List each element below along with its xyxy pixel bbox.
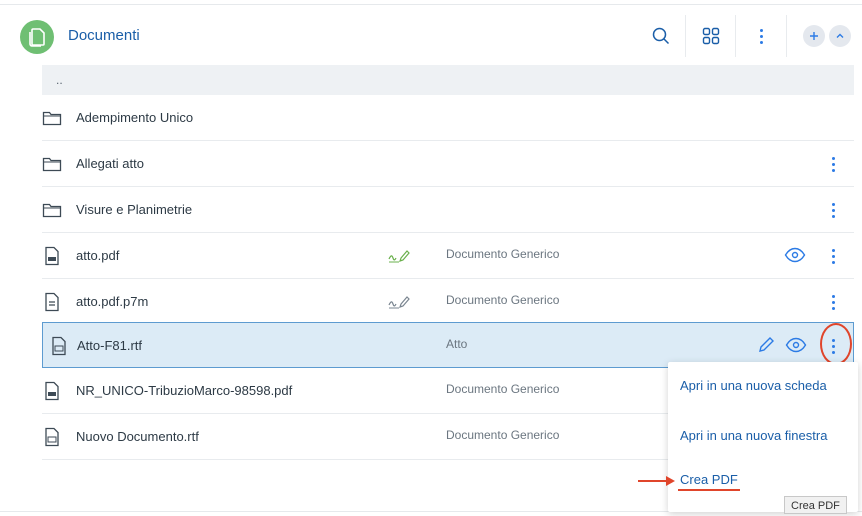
item-name: atto.pdf.p7m <box>76 294 149 309</box>
tooltip: Crea PDF <box>784 496 847 514</box>
list-item[interactable]: Visure e Planimetrie <box>42 187 854 233</box>
document-type: Atto <box>446 337 468 351</box>
annotation-underline <box>678 489 740 491</box>
documents-header: Documenti <box>0 5 862 65</box>
eye-icon[interactable] <box>784 246 806 264</box>
parent-folder-label: .. <box>56 73 63 87</box>
item-name: Allegati atto <box>76 156 144 171</box>
rtf-file-icon <box>52 336 66 356</box>
folder-icon <box>42 203 62 218</box>
row-menu-button[interactable] <box>826 153 840 175</box>
document-type: Documento Generico <box>446 428 560 442</box>
pencil-icon[interactable] <box>757 336 775 354</box>
item-name: Atto-F81.rtf <box>77 338 143 353</box>
folder-icon <box>42 111 62 126</box>
more-vertical-icon <box>831 202 835 218</box>
item-name: Visure e Planimetrie <box>76 202 193 217</box>
item-name: Nuovo Documento.rtf <box>76 429 199 444</box>
document-app-icon <box>20 20 54 54</box>
header-more-button[interactable] <box>748 15 774 57</box>
item-name: Adempimento Unico <box>76 110 194 125</box>
pdf-file-icon <box>45 381 59 401</box>
rtf-file-icon <box>45 427 59 447</box>
chevron-up-icon <box>829 25 851 47</box>
row-menu-button[interactable] <box>826 199 840 221</box>
item-name: NR_UNICO-TribuzioMarco-98598.pdf <box>76 383 293 398</box>
folder-icon <box>42 157 62 172</box>
list-item[interactable]: Adempimento Unico <box>42 95 854 141</box>
signature-icon <box>388 296 410 309</box>
plus-icon <box>803 25 825 47</box>
page-title[interactable]: Documenti <box>68 27 140 44</box>
list-item[interactable]: Allegati atto <box>42 141 854 187</box>
grid-view-button[interactable] <box>696 15 726 57</box>
menu-item-open-new-window[interactable]: Apri in una nuova finestra <box>680 428 827 443</box>
document-type: Documento Generico <box>446 247 560 261</box>
list-item[interactable]: atto.pdf.p7m Documento Generico <box>42 279 854 325</box>
list-item[interactable]: atto.pdf Documento Generico <box>42 233 854 279</box>
eye-icon[interactable] <box>785 336 807 354</box>
item-name: atto.pdf <box>76 248 120 263</box>
header-divider <box>685 15 686 57</box>
more-vertical-icon <box>831 156 835 172</box>
grid-view-icon <box>702 27 720 45</box>
collapse-button[interactable] <box>826 15 854 57</box>
p7m-file-icon <box>45 292 59 312</box>
search-button[interactable] <box>646 15 676 57</box>
more-vertical-icon <box>831 294 835 310</box>
parent-folder-row[interactable]: .. <box>42 65 854 95</box>
add-button[interactable] <box>800 15 828 57</box>
row-menu-button[interactable] <box>826 245 840 267</box>
menu-item-open-new-tab[interactable]: Apri in una nuova scheda <box>680 378 827 393</box>
more-vertical-icon <box>831 248 835 264</box>
annotation-circle <box>820 323 852 365</box>
search-icon <box>652 27 670 45</box>
document-type: Documento Generico <box>446 293 560 307</box>
document-type: Documento Generico <box>446 382 560 396</box>
annotation-arrow-icon <box>638 476 675 486</box>
signature-icon <box>388 250 410 263</box>
menu-item-create-pdf[interactable]: Crea PDF <box>680 472 738 487</box>
more-vertical-icon <box>759 28 763 44</box>
header-divider <box>735 15 736 57</box>
row-menu-button[interactable] <box>826 291 840 313</box>
header-divider <box>786 15 787 57</box>
pdf-file-icon <box>45 246 59 266</box>
